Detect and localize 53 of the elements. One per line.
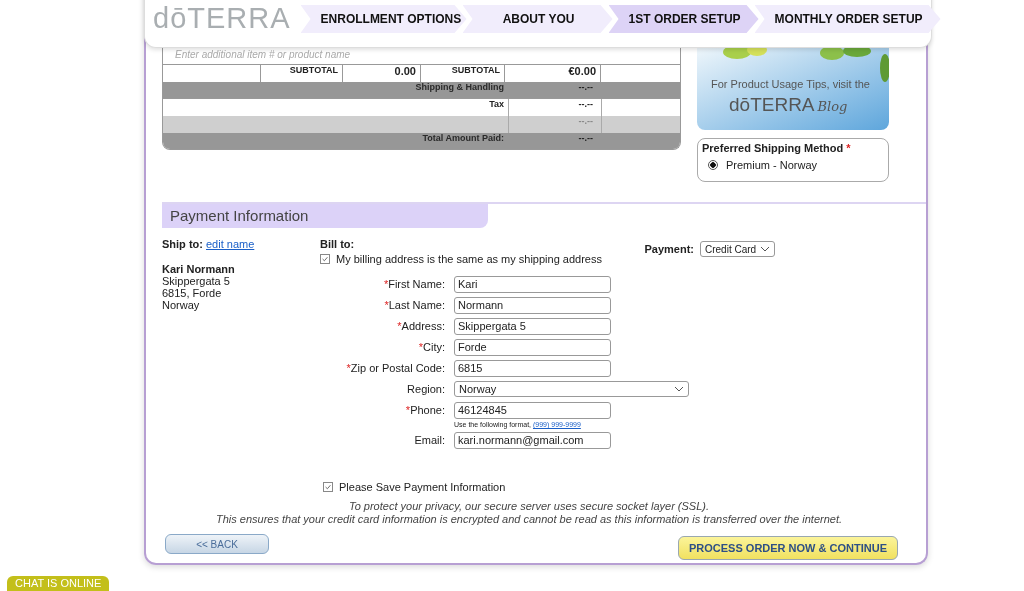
- security-notice: This ensures that your credit card information is encrypted and cannot be read as this information is transferred over the internet.: [214, 513, 844, 526]
- step-tab[interactable]: ABOUT YOU: [462, 5, 613, 33]
- radio-label: Premium - Norway: [726, 159, 818, 171]
- input-field[interactable]: Kari: [454, 276, 611, 293]
- field-label: *Address:: [396, 319, 446, 334]
- region-select[interactable]: Norway: [454, 381, 689, 397]
- field-label: *Zip or Postal Code:: [345, 361, 446, 376]
- table-cell: --.--: [578, 133, 593, 143]
- edit-name-link[interactable]: edit name: [206, 238, 255, 250]
- step-tab[interactable]: 1ST ORDER SETUP: [608, 5, 759, 33]
- table-cell: Total Amount Paid:: [422, 133, 504, 143]
- continue-button[interactable]: PROCESS ORDER NOW & CONTINUE: [678, 536, 898, 560]
- input-field[interactable]: 46124845: [454, 402, 611, 419]
- chevron-down-icon: [760, 246, 770, 252]
- radio-button[interactable]: [708, 160, 718, 170]
- field-label: *Last Name:: [383, 298, 446, 313]
- checkbox[interactable]: [320, 254, 330, 264]
- checkbox-label: My billing address is the same as my shipping address: [336, 253, 602, 265]
- table-cell: Shipping & Handling: [415, 82, 504, 92]
- chevron-down-icon: [674, 386, 684, 392]
- input-field[interactable]: 6815: [454, 360, 611, 377]
- table-cell: --.--: [578, 116, 593, 126]
- input-field[interactable]: kari.normann@gmail.com: [454, 432, 611, 449]
- field-label: *Phone:: [404, 403, 446, 418]
- table-cell: --.--: [578, 82, 593, 92]
- shipping-method-title: Preferred Shipping Method: [702, 142, 844, 154]
- promo-text: For Product Usage Tips, visit the: [711, 78, 870, 90]
- step-tab[interactable]: ENROLLMENT OPTIONS: [300, 5, 467, 33]
- field-label: *First Name:: [382, 277, 446, 292]
- section-header: Payment Information: [162, 204, 488, 228]
- security-notice: To protect your privacy, our secure server uses secure socket layer (SSL).: [347, 500, 711, 513]
- blog-logo[interactable]: dōTERRABlog: [729, 94, 848, 116]
- payment-method-select[interactable]: Credit Card: [700, 241, 775, 257]
- address-line: Kari Normann: [162, 263, 236, 275]
- address-line: Norway: [162, 299, 201, 311]
- address-line: 6815, Forde: [162, 287, 223, 299]
- back-button[interactable]: << BACK: [165, 534, 269, 554]
- address-line: Skippergata 5: [162, 275, 231, 287]
- checkbox-label: Please Save Payment Information: [339, 481, 506, 493]
- field-label: Region:: [406, 382, 446, 397]
- field-label: Email:: [413, 433, 446, 448]
- required-mark: *: [846, 142, 851, 154]
- input-field[interactable]: Normann: [454, 297, 611, 314]
- table-cell: --.--: [578, 99, 593, 109]
- field-label: *City:: [417, 340, 446, 355]
- ship-to-label: Ship to:: [162, 238, 203, 250]
- input-field[interactable]: Forde: [454, 339, 611, 356]
- step-tab[interactable]: MONTHLY ORDER SETUP: [754, 5, 941, 33]
- checkbox[interactable]: [323, 482, 333, 492]
- bill-to-label: Bill to:: [320, 238, 355, 250]
- table-cell: Tax: [489, 99, 504, 109]
- input-field[interactable]: Skippergata 5: [454, 318, 611, 335]
- payment-label: Payment:: [644, 243, 694, 255]
